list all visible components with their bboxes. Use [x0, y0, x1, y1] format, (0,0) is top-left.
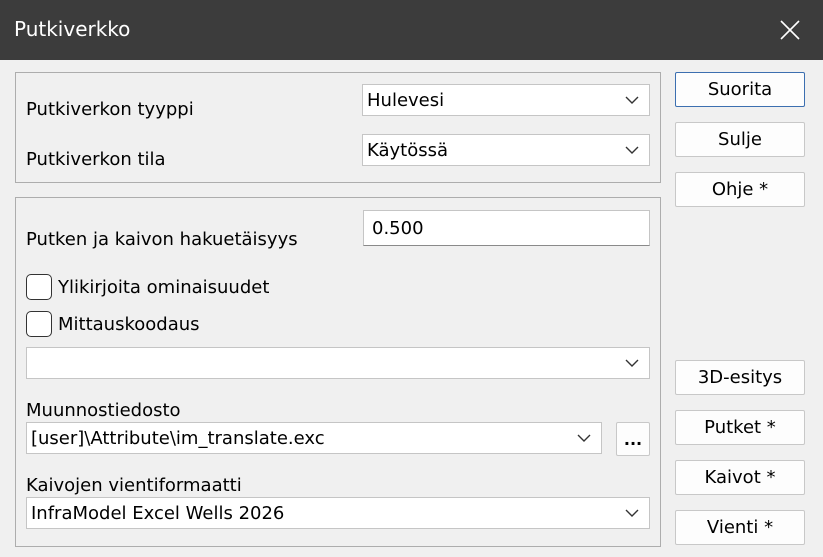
- overwrite-attributes-checkbox[interactable]: [26, 274, 52, 300]
- search-distance-input[interactable]: [363, 210, 650, 246]
- run-button[interactable]: Suorita: [675, 72, 805, 107]
- title-bar: Putkiverkko: [0, 0, 823, 60]
- network-state-select[interactable]: Käytössä: [362, 134, 650, 166]
- export-format-label: Kaivojen vientiformaatti: [26, 475, 242, 496]
- close-button[interactable]: Sulje: [675, 122, 805, 157]
- measurement-coding-label: Mittauskoodaus: [58, 314, 200, 335]
- translation-file-value: [user]\Attribute\im_translate.exc: [31, 428, 325, 449]
- dialog-body: Putkiverkon tyyppi Hulevesi Putkiverkon …: [0, 60, 823, 557]
- overwrite-attributes-label: Ylikirjoita ominaisuudet: [58, 277, 270, 298]
- chevron-down-icon: [625, 359, 639, 367]
- export-button[interactable]: Vienti *: [675, 510, 805, 545]
- measurement-coding-checkbox[interactable]: [26, 311, 52, 337]
- 3d-view-button[interactable]: 3D-esitys: [675, 360, 805, 395]
- chevron-down-icon: [625, 96, 639, 104]
- measurement-code-select[interactable]: [26, 347, 650, 379]
- search-distance-field[interactable]: [364, 211, 649, 245]
- browse-translation-button[interactable]: ...: [616, 422, 650, 456]
- network-state-value: Käytössä: [367, 140, 449, 161]
- export-format-select[interactable]: InfraModel Excel Wells 2026: [26, 497, 650, 529]
- help-button[interactable]: Ohje *: [675, 172, 805, 207]
- close-window-button[interactable]: [757, 0, 823, 60]
- options-group: Putken ja kaivon hakuetäisyys Ylikirjoit…: [15, 197, 661, 547]
- pipes-button[interactable]: Putket *: [675, 410, 805, 445]
- network-group: Putkiverkon tyyppi Hulevesi Putkiverkon …: [15, 72, 661, 183]
- chevron-down-icon: [625, 509, 639, 517]
- network-type-value: Hulevesi: [367, 90, 445, 111]
- network-type-label: Putkiverkon tyyppi: [26, 99, 194, 120]
- close-icon: [780, 20, 800, 40]
- export-format-value: InfraModel Excel Wells 2026: [31, 503, 285, 524]
- network-type-select[interactable]: Hulevesi: [362, 84, 650, 116]
- chevron-down-icon: [625, 146, 639, 154]
- translation-file-select[interactable]: [user]\Attribute\im_translate.exc: [26, 422, 602, 454]
- translation-file-label: Muunnostiedosto: [26, 400, 181, 421]
- search-distance-label: Putken ja kaivon hakuetäisyys: [26, 229, 298, 250]
- wells-button[interactable]: Kaivot *: [675, 460, 805, 495]
- window-title: Putkiverkko: [14, 17, 131, 41]
- network-state-label: Putkiverkon tila: [26, 149, 166, 170]
- chevron-down-icon: [577, 434, 591, 442]
